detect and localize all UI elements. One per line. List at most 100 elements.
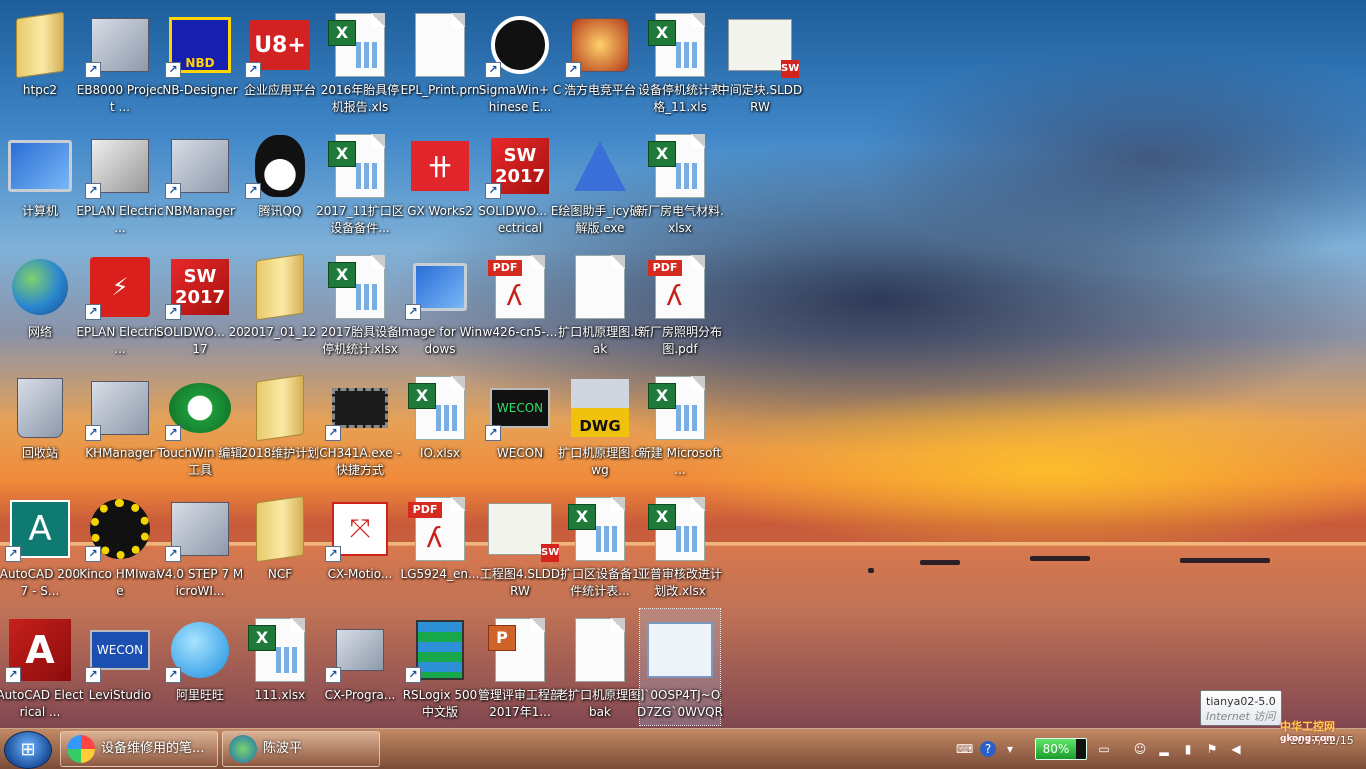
desktop-icon-autocad-electrical[interactable]: A ↗ AutoCAD Electrical ... <box>0 609 84 725</box>
desktop-icon-wecon[interactable]: WECON ↗ WECON <box>480 367 560 483</box>
desktop-icon-folder-2018[interactable]: 2018维护计划 <box>240 367 320 483</box>
desktop-icon-new-microsoft[interactable]: X 新建 Microsoft ... <box>639 367 721 483</box>
desktop-icon-folder-ncf[interactable]: NCF <box>240 488 320 604</box>
wallpaper-rock <box>920 560 960 565</box>
shortcut-arrow-icon: ↗ <box>325 546 341 562</box>
shortcut-arrow-icon: ↗ <box>85 667 101 683</box>
desktop-icon-yapp-audit[interactable]: X 亚普审核改进计划改.xlsx <box>638 488 722 604</box>
desktop-icon-nb-designer[interactable]: NBD ↗ NB-Designer <box>160 4 240 120</box>
icon-label: NB-Designer <box>162 83 238 97</box>
dwg-file-icon: DWG <box>567 373 633 443</box>
desktop-icon-old-expander-bak[interactable]: 老扩口机原理图.bak <box>556 609 644 725</box>
user-icon[interactable]: ☺ <box>1132 741 1148 757</box>
solidworks-drawing-icon: SW <box>727 10 799 80</box>
desktop-icon-ch341a[interactable]: ↗ CH341A.exe - 快捷方式 <box>319 367 401 483</box>
desktop-icon-drawing-helper[interactable]: 绘图助手_icy破解版.exe <box>558 125 642 241</box>
flag-icon[interactable]: ⚑ <box>1204 741 1220 757</box>
icon-label: EPLAN Electric ... <box>76 204 164 235</box>
desktop-icon-lighting-pdf[interactable]: PDF ʎ 新厂房照明分布图.pdf <box>638 246 722 362</box>
icon-label: GX Works2 <box>407 204 473 218</box>
shortcut-arrow-icon: ↗ <box>245 62 261 78</box>
icon-label: ]`0OSP4TJ~OD7ZG`0WVQRPC.png <box>637 688 723 723</box>
desktop-icon-new-plant-materials[interactable]: X 新厂房电气材料.xlsx <box>636 125 724 241</box>
compass-icon <box>567 131 633 201</box>
desktop-icon-eb8000[interactable]: ↗ EB8000 Project ... <box>77 4 163 120</box>
desktop-icon-solidworks-electrical[interactable]: SW 2017 ↗ SOLIDWO... Electrical <box>478 125 562 241</box>
recycle-bin-icon <box>7 373 73 443</box>
help-icon[interactable]: ? <box>980 741 996 757</box>
power-plug-icon[interactable]: ▭ <box>1096 741 1112 757</box>
desktop-icon-cx-programmer[interactable]: ↗ CX-Progra... <box>320 609 400 725</box>
folder-icon <box>247 494 313 564</box>
desktop-icon-eplan-1[interactable]: ↗ EPLAN Electric ... <box>76 125 164 241</box>
desktop-icon-aliwangwang[interactable]: ↗ 阿里旺旺 <box>160 609 240 725</box>
desktop-icon-expander-bak[interactable]: 扩口机原理图.bak <box>558 246 642 362</box>
windows-logo-icon: ⊞ <box>20 739 36 760</box>
desktop-icon-management-review[interactable]: P 管理评审工程部2017年1... <box>478 609 562 725</box>
desktop-icon-computer[interactable]: 计算机 <box>0 125 80 241</box>
desktop-icon-png-screenshot[interactable]: ]`0OSP4TJ~OD7ZG`0WVQRPC.png <box>637 608 723 726</box>
icon-label: IO.xlsx <box>419 446 461 460</box>
desktop-icon-khmanager[interactable]: ↗ KHManager <box>80 367 160 483</box>
keyboard-icon[interactable]: ⌨ <box>956 741 973 757</box>
desktop-icon-lg5924[interactable]: PDF ʎ LG5924_en... <box>400 488 480 604</box>
start-button[interactable]: ⊞ <box>4 731 52 769</box>
desktop-icon-rslogix[interactable]: ↗ RSLogix 500 中文版 <box>400 609 480 725</box>
desktop-icon-expander-spares[interactable]: X 扩口区设备备1件统计表... <box>560 488 640 604</box>
shortcut-arrow-icon: ↗ <box>165 183 181 199</box>
wallpaper-rock <box>1030 556 1090 561</box>
desktop-icon-solidworks-2017[interactable]: SW 2017 ↗ SOLIDWO... 2017 <box>156 246 244 362</box>
desktop-icon-drawing-4[interactable]: SW 工程图4.SLDDRW <box>480 488 560 604</box>
desktop-icon-2017-11-spares[interactable]: X 2017_11扩口区设备备件... <box>316 125 404 241</box>
desktop-icon-io-xlsx[interactable]: X IO.xlsx <box>400 367 480 483</box>
desktop-icon-recycle-bin[interactable]: 回收站 <box>0 367 80 483</box>
taskbar-item-label: 陈波平 <box>263 741 303 756</box>
desktop-icon-htpc2[interactable]: htpc2 <box>0 4 80 120</box>
desktop-icon-cx-motion[interactable]: ⤧ ↗ CX-Motio... <box>320 488 400 604</box>
desktop-icon-image-for-windows[interactable]: ↗ Image for Windows <box>398 246 482 362</box>
battery-level: 80% <box>1036 739 1076 759</box>
desktop-icon-2016-report[interactable]: X 2016年胎具停机报告.xls <box>320 4 400 120</box>
desktop-icon-111-xlsx[interactable]: X 111.xlsx <box>240 609 320 725</box>
taskbar-item-chen-boping[interactable]: 陈波平 <box>222 731 380 767</box>
shortcut-arrow-icon: ↗ <box>565 62 581 78</box>
desktop-icon-2017-downtime[interactable]: X 2017胎具设备停机统计.xlsx <box>320 246 400 362</box>
desktop-icon-u8[interactable]: U8+ ↗ 企业应用平台 <box>240 4 320 120</box>
desktop-icon-autocad-2007[interactable]: A ↗ AutoCAD 2007 - S... <box>0 488 80 604</box>
icon-label: 中间定块.SLDDRW <box>717 83 803 114</box>
icon-label: NBManager <box>165 204 235 218</box>
desktop-icon-eplan-2[interactable]: ⚡ ↗ EPLAN Electric ... <box>76 246 164 362</box>
desktop-icon-touchwin[interactable]: T ↗ TouchWin 编辑工具 <box>158 367 242 483</box>
desktop-icon-w426-pdf[interactable]: PDF ʎ w426-cn5-... <box>480 246 560 362</box>
icon-label: CX-Progra... <box>324 688 396 702</box>
signal-icon[interactable]: ▂ <box>1156 741 1172 757</box>
desktop-icon-epl-print[interactable]: EPL_Print.prn <box>400 4 480 120</box>
desktop-icon-folder-2017-01-12[interactable]: 2017_01_12 <box>240 246 320 362</box>
shortcut-arrow-icon: ↗ <box>5 667 21 683</box>
device-icon[interactable]: ▮ <box>1180 741 1196 757</box>
icon-label: 2016年胎具停机报告.xls <box>320 83 400 114</box>
desktop-icon-middle-block[interactable]: SW 中间定块.SLDDRW <box>718 4 802 120</box>
desktop-icon-gx-works2[interactable]: 卄 GX Works2 <box>400 125 480 241</box>
desktop-icon-qq[interactable]: ↗ 腾讯QQ <box>240 125 320 241</box>
shortcut-arrow-icon: ↗ <box>485 425 501 441</box>
desktop-icon-levistudio[interactable]: WECON ↗ LeviStudio <box>80 609 160 725</box>
desktop-icon-sigmawin[interactable]: ↗ SigmaWin+ Chinese E... <box>479 4 561 120</box>
desktop-icon-haofang[interactable]: ↗ 浩方电竞平台 <box>560 4 640 120</box>
watermark: 中华工控网 gkong.com <box>1280 718 1336 744</box>
desktop-icon-downtime-table[interactable]: X 设备停机统计表格_11.xls <box>638 4 722 120</box>
volume-icon[interactable]: ◀ <box>1228 741 1244 757</box>
desktop-icon-step7[interactable]: ↗ V4.0 STEP 7 MicroWI... <box>157 488 243 604</box>
icon-label: NCF <box>267 567 293 581</box>
system-tray: ⌨ ? ▾ 80% ▭ ☺ ▂ ▮ ⚑ ◀ <box>950 729 1286 769</box>
taskbar-item-notes[interactable]: 设备维修用的笔... <box>60 731 218 767</box>
computer-icon <box>7 131 73 201</box>
desktop-icon-nbmanager[interactable]: ↗ NBManager <box>160 125 240 241</box>
desktop-icon-kinco[interactable]: ↗ Kinco HMIware <box>79 488 161 604</box>
tooltip-title: tianya02-5.0 <box>1206 695 1276 708</box>
desktop-icon-network[interactable]: 网络 <box>0 246 80 362</box>
battery-meter[interactable]: 80% <box>1035 738 1087 760</box>
shortcut-arrow-icon: ↗ <box>325 667 341 683</box>
desktop-icon-expander-dwg[interactable]: DWG 扩口机原理图.dwg <box>558 367 642 483</box>
chevron-down-icon[interactable]: ▾ <box>1002 741 1018 757</box>
